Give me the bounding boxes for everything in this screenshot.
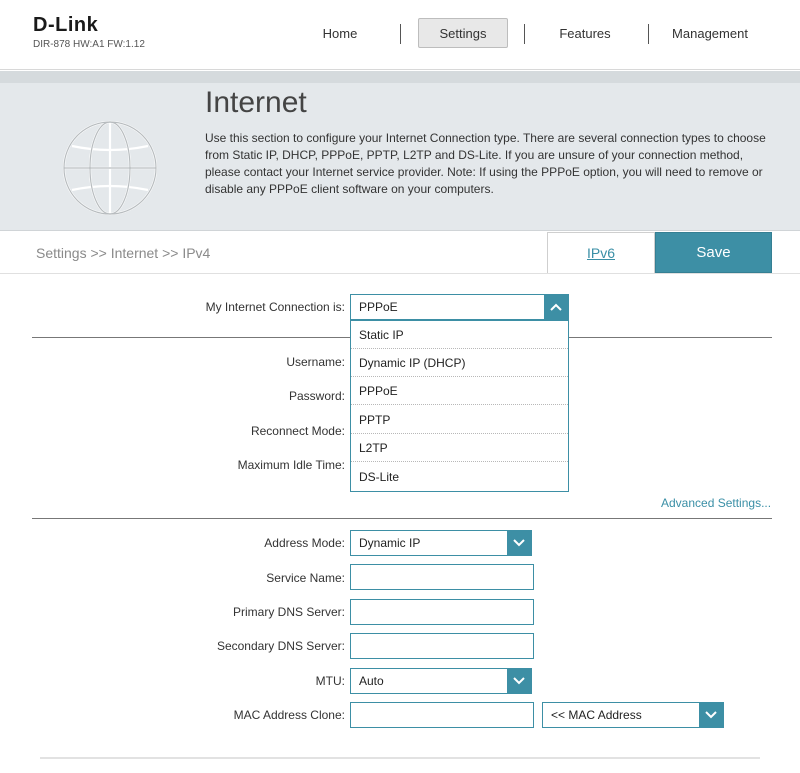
service-name-input[interactable] [350,564,534,590]
bottom-divider [40,757,760,759]
password-label: Password: [288,389,345,403]
username-label: Username: [286,355,345,369]
banner-band [0,71,800,83]
connection-type-value: PPPoE [359,300,398,314]
connection-type-label: My Internet Connection is: [205,300,345,314]
address-mode-select[interactable]: Dynamic IP [350,530,532,556]
advanced-settings-link[interactable]: Advanced Settings... [661,496,771,510]
mtu-value: Auto [359,674,384,688]
address-mode-label: Address Mode: [264,536,345,550]
nav-home[interactable]: Home [300,18,380,48]
page-description: Use this section to configure your Inter… [205,131,766,196]
page-title: Internet [205,86,307,119]
nav-features[interactable]: Features [540,18,630,48]
nav-separator [400,24,401,44]
ipv6-link[interactable]: IPv6 [547,232,655,273]
page-banner: Internet Use this section to configure y… [0,71,800,231]
nav-separator [524,24,525,44]
chevron-down-icon[interactable] [699,703,723,727]
option-pppoe[interactable]: PPPoE [351,377,568,405]
secondary-dns-label: Secondary DNS Server: [216,639,345,653]
chevron-down-icon[interactable] [507,531,531,555]
mtu-label: MTU: [315,674,345,688]
top-header: D-Link DIR-878 HW:A1 FW:1.12 Home Settin… [0,0,800,70]
option-dhcp[interactable]: Dynamic IP (DHCP) [351,349,568,377]
mac-clone-label: MAC Address Clone: [233,708,345,722]
mac-address-select[interactable]: << MAC Address [542,702,724,728]
chevron-up-icon[interactable] [544,295,568,319]
section-divider [32,518,772,519]
connection-type-select[interactable]: PPPoE [350,294,569,320]
chevron-down-icon[interactable] [507,669,531,693]
connection-type-dropdown: Static IP Dynamic IP (DHCP) PPPoE PPTP L… [350,320,569,492]
max-idle-time-label: Maximum Idle Time: [237,458,345,472]
option-static-ip[interactable]: Static IP [351,321,568,349]
service-name-label: Service Name: [266,571,345,585]
reconnect-mode-label: Reconnect Mode: [250,424,345,438]
save-button[interactable]: Save [655,232,772,273]
address-mode-value: Dynamic IP [359,536,421,550]
mtu-select[interactable]: Auto [350,668,532,694]
option-pptp[interactable]: PPTP [351,406,568,434]
nav-management[interactable]: Management [660,18,760,48]
dlink-logo: D-Link [33,14,99,36]
device-info: DIR-878 HW:A1 FW:1.12 [33,39,145,50]
mac-clone-input[interactable] [350,702,534,728]
primary-dns-label: Primary DNS Server: [232,605,345,619]
breadcrumb-row: Settings >> Internet >> IPv4 IPv6 Save [0,232,800,274]
mac-address-select-value: << MAC Address [551,708,642,722]
nav-settings[interactable]: Settings [418,18,508,48]
option-l2tp[interactable]: L2TP [351,434,568,462]
breadcrumb: Settings >> Internet >> IPv4 [36,245,211,261]
option-ds-lite[interactable]: DS-Lite [351,463,568,491]
globe-icon [62,120,158,216]
primary-dns-input[interactable] [350,599,534,625]
secondary-dns-input[interactable] [350,633,534,659]
nav-separator [648,24,649,44]
